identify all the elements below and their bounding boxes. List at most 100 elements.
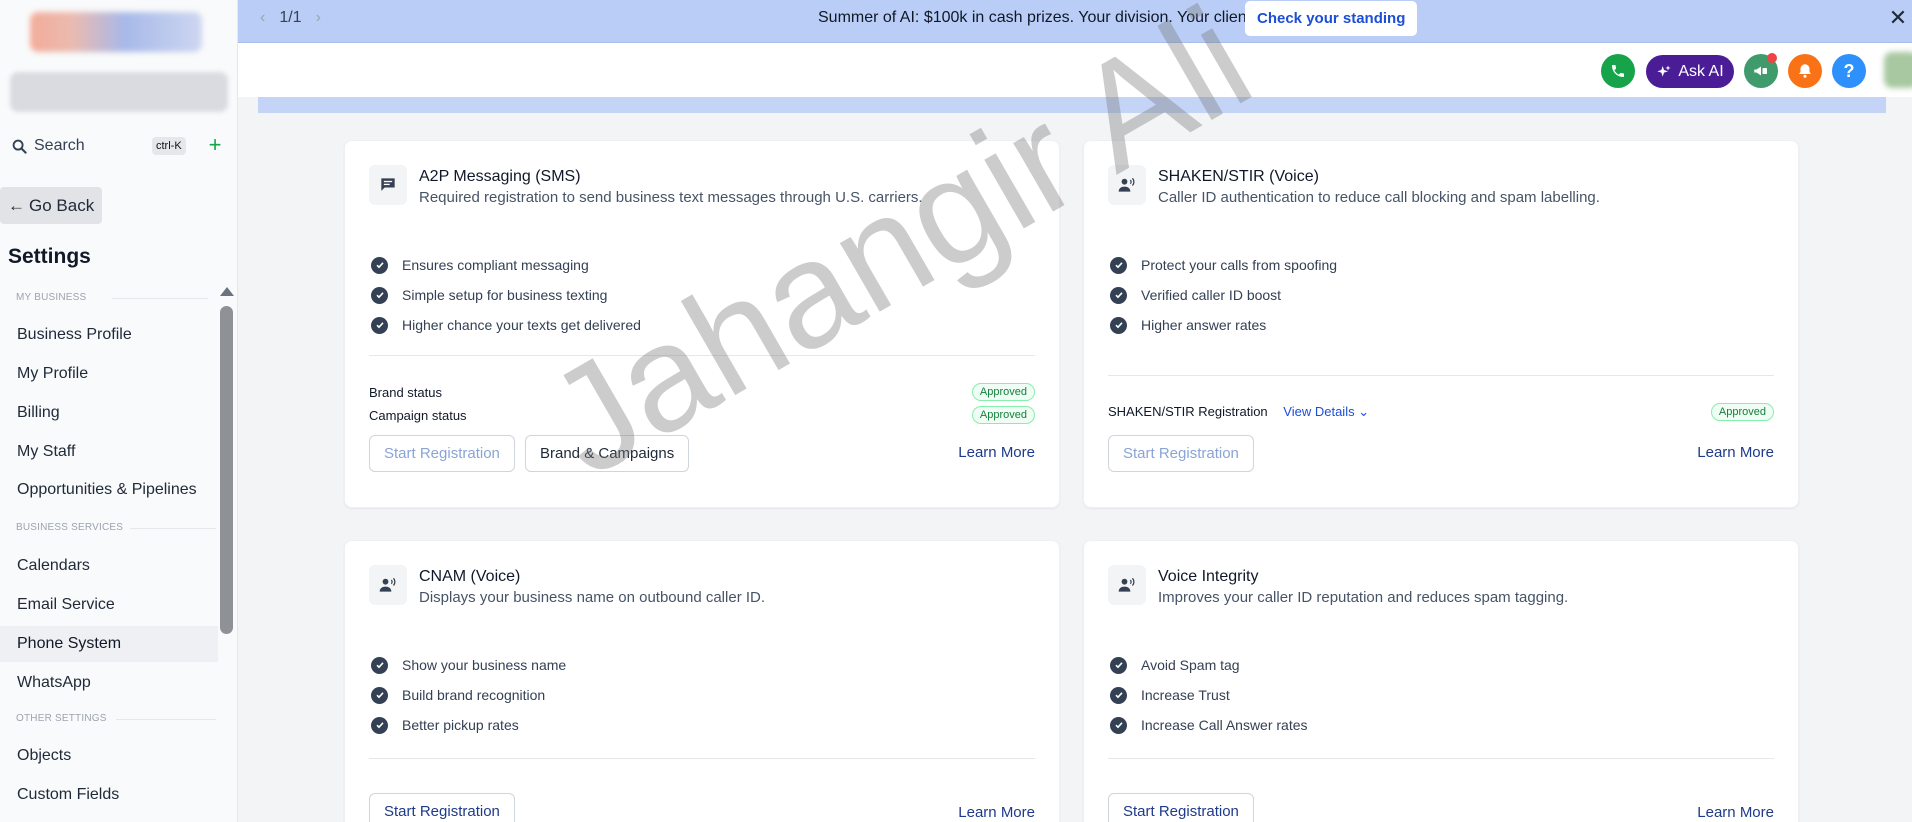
list-item: Verified caller ID boost bbox=[1110, 280, 1337, 310]
sidebar-item-my-profile[interactable]: My Profile bbox=[0, 356, 218, 392]
card-subtitle: Required registration to send business t… bbox=[419, 189, 923, 206]
check-icon bbox=[371, 686, 388, 704]
feature-text: Verified caller ID boost bbox=[1141, 287, 1282, 303]
sidebar-item-objects[interactable]: Objects bbox=[0, 738, 218, 774]
list-item: Higher answer rates bbox=[1110, 310, 1337, 340]
settings-title: Settings bbox=[8, 245, 91, 268]
feature-text: Better pickup rates bbox=[402, 717, 519, 733]
voice-icon bbox=[1108, 565, 1146, 605]
card-title: Voice Integrity bbox=[1158, 568, 1259, 585]
feature-list: Avoid Spam tag Increase Trust Increase C… bbox=[1110, 650, 1308, 740]
feature-text: Ensures compliant messaging bbox=[402, 257, 589, 273]
banner-message: Summer of AI: $100k in cash prizes. Your… bbox=[818, 9, 1264, 26]
sidebar-item-custom-fields[interactable]: Custom Fields bbox=[0, 777, 218, 813]
section-other-settings: OTHER SETTINGS bbox=[16, 713, 216, 724]
list-item: Higher chance your texts get delivered bbox=[371, 310, 641, 340]
sidebar-item-email-service[interactable]: Email Service bbox=[0, 587, 218, 623]
arrow-left-icon: ← bbox=[8, 195, 25, 215]
view-details-link[interactable]: View Details ⌄ bbox=[1283, 404, 1369, 419]
company-logo[interactable] bbox=[30, 12, 202, 52]
check-icon bbox=[1110, 256, 1127, 274]
start-registration-button[interactable]: Start Registration bbox=[1108, 435, 1254, 472]
sidebar-scrollbar[interactable] bbox=[220, 306, 233, 634]
sidebar: Search ctrl-K + ← Go Back Settings MY BU… bbox=[0, 0, 238, 822]
list-item: Better pickup rates bbox=[371, 710, 566, 740]
sidebar-item-billing[interactable]: Billing bbox=[0, 395, 218, 431]
learn-more-link[interactable]: Learn More bbox=[958, 804, 1035, 821]
brand-status-label: Brand status bbox=[369, 384, 442, 400]
registration-status-row: SHAKEN/STIR Registration View Details ⌄ … bbox=[1108, 403, 1774, 421]
a2p-messaging-card: A2P Messaging (SMS) Required registratio… bbox=[344, 140, 1060, 508]
start-registration-button[interactable]: Start Registration bbox=[1108, 793, 1254, 822]
divider bbox=[369, 355, 1035, 356]
chevron-right-icon[interactable]: › bbox=[316, 9, 321, 27]
notification-dot bbox=[1767, 53, 1777, 63]
divider bbox=[369, 758, 1035, 759]
status-badge: Approved bbox=[971, 406, 1035, 424]
phone-icon bbox=[1612, 65, 1624, 77]
feature-list: Show your business name Build brand reco… bbox=[371, 650, 566, 740]
account-switcher[interactable] bbox=[10, 72, 228, 112]
divider bbox=[1108, 375, 1774, 376]
avatar[interactable] bbox=[1884, 52, 1912, 88]
voice-integrity-card: Voice Integrity Improves your caller ID … bbox=[1083, 540, 1799, 822]
shaken-stir-card: SHAKEN/STIR (Voice) Caller ID authentica… bbox=[1083, 140, 1799, 508]
go-back-label: Go Back bbox=[29, 195, 95, 215]
learn-more-link[interactable]: Learn More bbox=[1697, 444, 1774, 461]
feature-text: Higher chance your texts get delivered bbox=[402, 317, 641, 333]
list-item: Increase Call Answer rates bbox=[1110, 710, 1308, 740]
chevron-left-icon[interactable]: ‹ bbox=[260, 9, 265, 27]
check-icon bbox=[371, 656, 388, 674]
check-icon bbox=[1110, 716, 1127, 734]
section-business-services: BUSINESS SERVICES bbox=[16, 522, 217, 533]
feature-text: Build brand recognition bbox=[402, 687, 546, 703]
check-icon bbox=[1110, 286, 1127, 304]
check-icon bbox=[371, 716, 388, 734]
sidebar-item-calendars[interactable]: Calendars bbox=[0, 548, 218, 584]
list-item: Build brand recognition bbox=[371, 680, 566, 710]
go-back-button[interactable]: ← Go Back bbox=[0, 187, 102, 224]
card-title: A2P Messaging (SMS) bbox=[419, 168, 581, 185]
start-registration-button[interactable]: Start Registration bbox=[369, 435, 515, 472]
close-icon[interactable]: ✕ bbox=[1886, 4, 1910, 32]
pager-count: 1/1 bbox=[279, 9, 302, 26]
cnam-card: CNAM (Voice) Displays your business name… bbox=[344, 540, 1060, 822]
list-item: Show your business name bbox=[371, 650, 566, 680]
voice-icon bbox=[1108, 165, 1146, 205]
learn-more-link[interactable]: Learn More bbox=[958, 444, 1035, 461]
learn-more-link[interactable]: Learn More bbox=[1697, 804, 1774, 821]
sidebar-item-business-profile[interactable]: Business Profile bbox=[0, 317, 218, 353]
chat-icon bbox=[369, 165, 407, 205]
search-shortcut: ctrl-K bbox=[152, 137, 186, 155]
check-icon bbox=[1110, 316, 1127, 334]
check-standing-button[interactable]: Check your standing bbox=[1245, 1, 1418, 36]
section-my-business: MY BUSINESS bbox=[16, 292, 210, 303]
banner-pager: ‹ 1/1 › bbox=[260, 0, 321, 36]
ask-ai-label: Ask AI bbox=[1678, 62, 1724, 80]
phone-button[interactable] bbox=[1601, 54, 1635, 88]
check-icon bbox=[371, 316, 388, 334]
search-icon bbox=[10, 137, 28, 155]
quick-add-button[interactable]: + bbox=[204, 132, 226, 158]
list-item: Simple setup for business texting bbox=[371, 280, 641, 310]
feature-list: Protect your calls from spoofing Verifie… bbox=[1110, 250, 1337, 340]
help-button[interactable]: ? bbox=[1832, 54, 1866, 88]
card-title: SHAKEN/STIR (Voice) bbox=[1158, 168, 1319, 185]
megaphone-icon bbox=[1754, 66, 1767, 76]
feature-text: Increase Trust bbox=[1141, 687, 1230, 703]
sidebar-item-whatsapp[interactable]: WhatsApp bbox=[0, 665, 218, 701]
sidebar-item-phone-system[interactable]: Phone System bbox=[0, 626, 218, 662]
start-registration-button[interactable]: Start Registration bbox=[369, 793, 515, 822]
campaign-status-row: Campaign status Approved bbox=[369, 406, 1035, 424]
sidebar-item-opportunities-pipelines[interactable]: Opportunities & Pipelines bbox=[0, 472, 218, 508]
card-subtitle: Improves your caller ID reputation and r… bbox=[1158, 589, 1569, 606]
check-icon bbox=[1110, 686, 1127, 704]
brand-campaigns-button[interactable]: Brand & Campaigns bbox=[525, 435, 690, 472]
list-item: Avoid Spam tag bbox=[1110, 650, 1308, 680]
search-label: Search bbox=[34, 137, 85, 154]
scroll-up-arrow[interactable] bbox=[220, 287, 234, 296]
sidebar-item-my-staff[interactable]: My Staff bbox=[0, 434, 218, 470]
chevron-down-icon: ⌄ bbox=[1358, 404, 1370, 419]
notifications-button[interactable] bbox=[1788, 54, 1822, 88]
ask-ai-button[interactable]: Ask AI bbox=[1646, 55, 1734, 88]
